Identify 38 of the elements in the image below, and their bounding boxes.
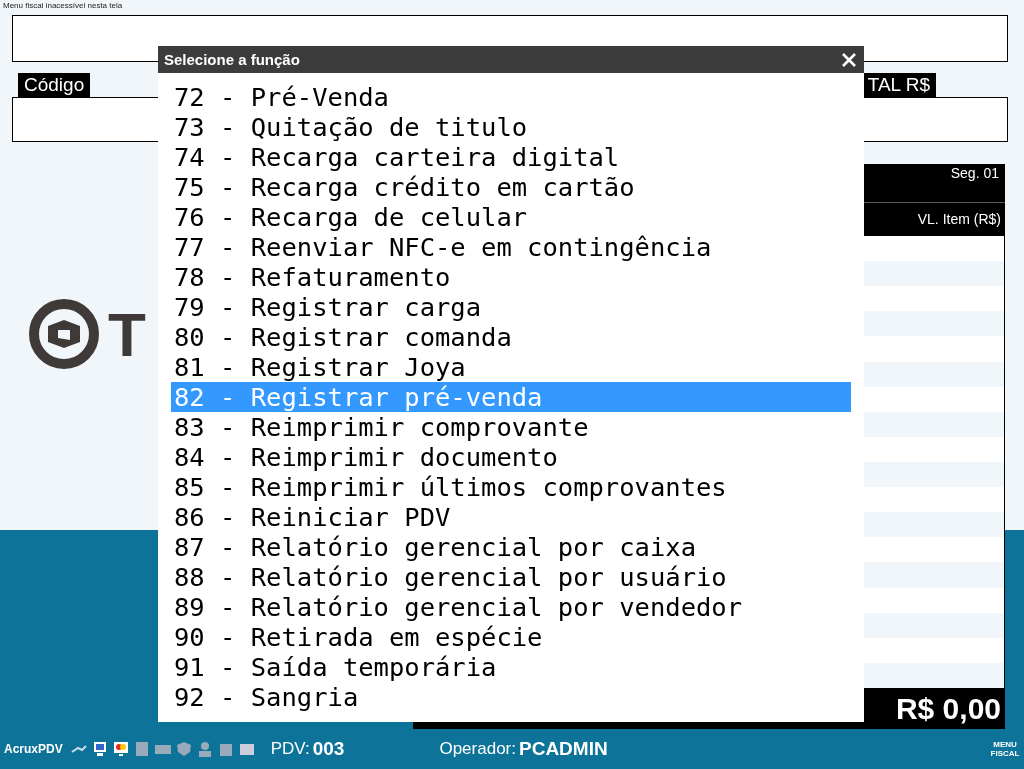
function-item[interactable]: 92 - Sangria (171, 682, 851, 712)
pdv-label: PDV: (270, 738, 310, 759)
total-amount: R$ 0,00 (895, 692, 1001, 726)
function-item[interactable]: 77 - Reenviar NFC-e em contingência (171, 232, 851, 262)
function-item[interactable]: 91 - Saída temporária (171, 652, 851, 682)
function-item[interactable]: 73 - Quitação de titulo (171, 112, 851, 142)
function-item[interactable]: 80 - Registrar comanda (171, 322, 851, 352)
function-item[interactable]: 76 - Recarga de celular (171, 202, 851, 232)
function-item[interactable]: 84 - Reimprimir documento (171, 442, 851, 472)
monitor-icon[interactable] (111, 739, 130, 758)
logo-icon (28, 298, 100, 370)
segment-text: Seg. 01 (950, 165, 999, 181)
menu-fiscal-button[interactable]: MENU FISCAL (990, 739, 1020, 758)
code-label: Código (18, 73, 91, 97)
notice-text: Menu fiscal inacessível nesta tela (2, 0, 124, 12)
close-icon[interactable] (842, 52, 856, 67)
operator-name: PCADMIN (519, 737, 608, 760)
function-item[interactable]: 89 - Relatório gerencial por vendedor (171, 592, 851, 622)
column-header: VL. Item (R$) (917, 211, 1001, 227)
function-item[interactable]: 81 - Registrar Joya (171, 352, 851, 382)
total-label: TAL R$ (861, 73, 936, 97)
dialog-title: Selecione a função (164, 51, 300, 68)
function-item[interactable]: 90 - Retirada em espécie (171, 622, 851, 652)
function-item[interactable]: 86 - Reiniciar PDV (171, 502, 851, 532)
operator-label: Operador: (439, 738, 516, 759)
app-name: AcruxPDV (4, 741, 63, 756)
function-item[interactable]: 79 - Registrar carga (171, 292, 851, 322)
function-item[interactable]: 75 - Recarga crédito em cartão (171, 172, 851, 202)
function-item[interactable]: 78 - Refaturamento (171, 262, 851, 292)
function-item[interactable]: 72 - Pré-Venda (171, 82, 851, 112)
function-item[interactable]: 88 - Relatório gerencial por usuário (171, 562, 851, 592)
logo-text: T (108, 298, 146, 370)
function-item[interactable]: 83 - Reimprimir comprovante (171, 412, 851, 442)
function-item[interactable]: 87 - Relatório gerencial por caixa (171, 532, 851, 562)
shield-icon[interactable] (174, 739, 193, 758)
function-item[interactable]: 74 - Recarga carteira digital (171, 142, 851, 172)
function-item[interactable]: 85 - Reimprimir últimos comprovantes (171, 472, 851, 502)
pdv-number: 003 (312, 737, 345, 760)
